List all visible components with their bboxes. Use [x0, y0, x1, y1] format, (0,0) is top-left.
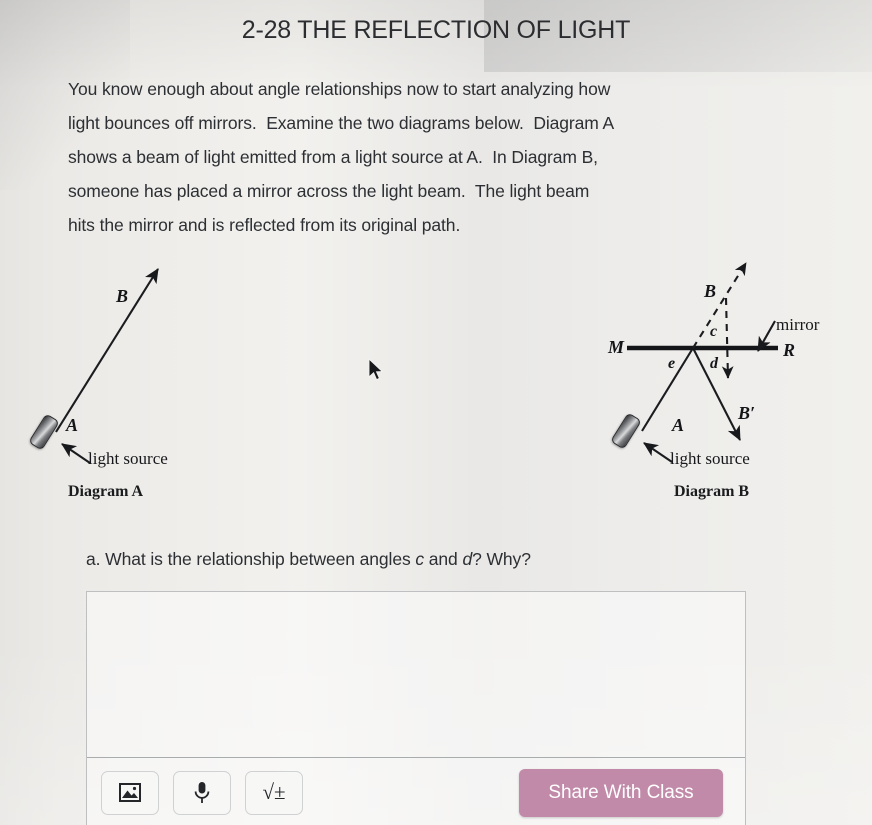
diagram-b-label-a: A [672, 415, 685, 435]
diagram-a-label-b: B [116, 286, 129, 306]
question-prefix: a. What is the relationship between angl… [86, 549, 416, 569]
answer-input[interactable] [87, 592, 745, 758]
question-suffix: ? Why? [472, 549, 531, 569]
diagram-b-label-b: B [704, 281, 717, 301]
original-path-dashed [692, 262, 747, 349]
diagram-a-light-source-label: light source [88, 449, 168, 468]
voice-input-button[interactable] [173, 770, 231, 815]
answer-panel: √± Share With Class [86, 591, 746, 825]
image-icon [119, 783, 141, 802]
intro-line-4: someone has placed a mirror across the l… [68, 181, 590, 201]
diagram-b-label-d: d [710, 355, 718, 372]
diagram-b-light-source-label: light source [670, 449, 750, 468]
diagram-a-caption: Diagram A [68, 483, 144, 500]
question-angle-c: c [415, 549, 425, 569]
diagram-b-label-r: R [783, 340, 796, 360]
microphone-icon [193, 781, 211, 805]
angle-d-dashed [721, 297, 734, 379]
question-middle: and [424, 549, 463, 569]
light-source-pointer-b [643, 442, 673, 463]
light-source-pointer [61, 443, 91, 464]
diagram-a: A B light source Diagram A [20, 255, 250, 505]
intro-line-1: You know enough about angle relationship… [68, 79, 611, 99]
intro-line-5: hits the mirror and is reflected from it… [68, 215, 461, 235]
diagram-b-label-b-prime: B′ [738, 403, 756, 423]
light-ray-ab [55, 268, 159, 433]
diagram-a-label-a: A [66, 415, 79, 435]
page-title: 2-28 THE REFLECTION OF LIGHT [241, 16, 631, 44]
diagram-b: B c d e M R B′ A mirror light source Dia… [600, 255, 870, 505]
diagram-b-mirror-label: mirror [776, 315, 820, 334]
share-with-class-button[interactable]: Share With Class [519, 768, 723, 817]
diagram-b-caption: Diagram B [674, 483, 750, 500]
insert-image-button[interactable] [101, 770, 159, 815]
intro-line-2: light bounces off mirrors. Examine the t… [68, 113, 615, 133]
question-a: a. What is the relationship between angl… [86, 549, 531, 570]
math-symbols-button[interactable]: √± [245, 770, 303, 815]
diagram-b-label-m: M [608, 337, 625, 357]
intro-paragraph: You know enough about angle relationship… [68, 72, 768, 242]
diagram-b-label-c: c [710, 323, 718, 340]
answer-toolbar: √± Share With Class [87, 759, 745, 825]
math-icon: √± [262, 780, 286, 804]
intro-line-3: shows a beam of light emitted from a lig… [68, 147, 598, 167]
question-angle-d: d [462, 549, 473, 569]
diagram-b-label-e: e [668, 355, 676, 372]
